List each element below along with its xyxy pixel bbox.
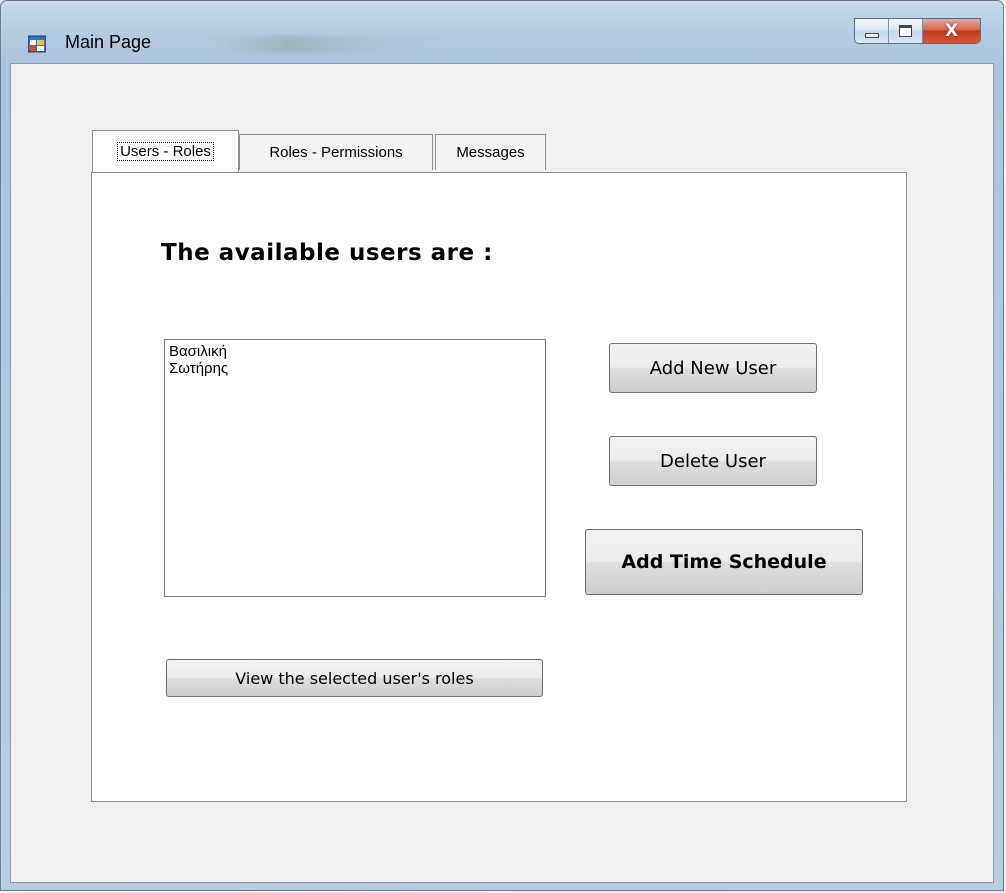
close-button[interactable]: X (923, 19, 980, 43)
main-window: Main Page X Users - Roles Roles - Permis… (0, 0, 1004, 891)
tab-label: Roles - Permissions (269, 144, 403, 161)
minimize-button[interactable] (855, 19, 889, 43)
minimize-icon (864, 32, 879, 38)
app-window-icon (28, 35, 46, 53)
add-new-user-button[interactable]: Add New User (609, 343, 817, 393)
client-area: Users - Roles Roles - Permissions Messag… (10, 63, 994, 883)
list-item[interactable]: Βασιλική (169, 343, 545, 360)
users-heading: The available users are : (161, 240, 493, 266)
close-icon: X (944, 21, 959, 41)
tab-messages[interactable]: Messages (435, 134, 546, 170)
caption-buttons: X (854, 18, 981, 44)
tab-label: Messages (456, 144, 525, 161)
tab-users-roles[interactable]: Users - Roles (92, 130, 239, 172)
list-item[interactable]: Σωτήρης (169, 360, 545, 377)
view-user-roles-button[interactable]: View the selected user's roles (166, 659, 543, 697)
title-bar[interactable]: Main Page X (1, 1, 1003, 63)
delete-user-button[interactable]: Delete User (609, 436, 817, 486)
tab-label: Users - Roles (117, 142, 214, 161)
obscured-title-region (211, 35, 441, 53)
maximize-button[interactable] (889, 19, 923, 43)
add-time-schedule-button[interactable]: Add Time Schedule (585, 529, 863, 595)
users-listbox[interactable]: Βασιλική Σωτήρης (164, 339, 546, 597)
window-title: Main Page (65, 32, 152, 52)
maximize-icon (899, 25, 912, 37)
tab-roles-permissions[interactable]: Roles - Permissions (239, 134, 433, 170)
